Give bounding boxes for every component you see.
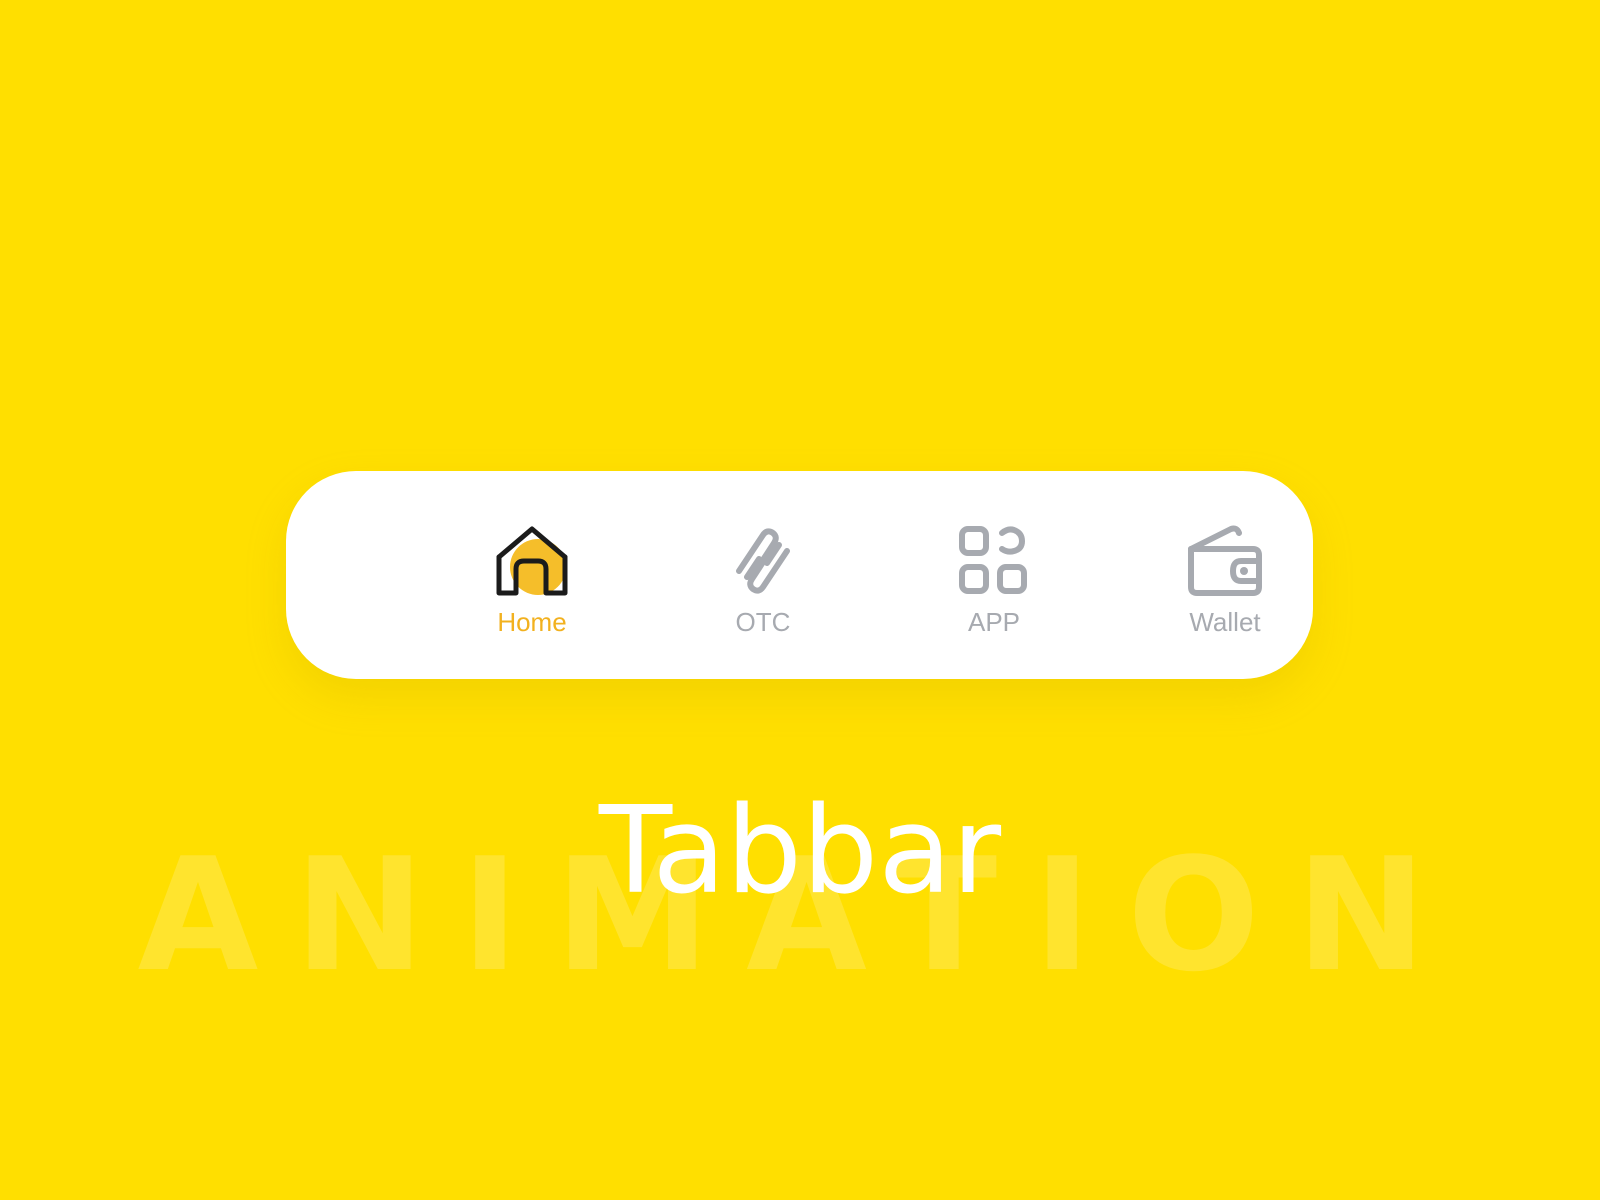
headline-title: Tabbar xyxy=(598,782,1002,921)
tab-app[interactable]: APP xyxy=(914,471,1074,679)
wallet-icon xyxy=(1187,523,1263,599)
tab-wallet[interactable]: Wallet xyxy=(1145,471,1305,679)
tab-wallet-label: Wallet xyxy=(1189,607,1261,637)
otc-icon xyxy=(725,523,801,599)
tab-otc[interactable]: OTC xyxy=(683,471,843,679)
tab-otc-label: OTC xyxy=(735,607,791,637)
tab-home-label: Home xyxy=(497,607,567,637)
tab-bar: Home OTC APP Wallet xyxy=(286,471,1313,679)
tab-app-label: APP xyxy=(967,607,1021,637)
apps-grid-icon xyxy=(956,523,1032,599)
tab-home[interactable]: Home xyxy=(452,471,612,679)
home-icon xyxy=(494,523,570,599)
